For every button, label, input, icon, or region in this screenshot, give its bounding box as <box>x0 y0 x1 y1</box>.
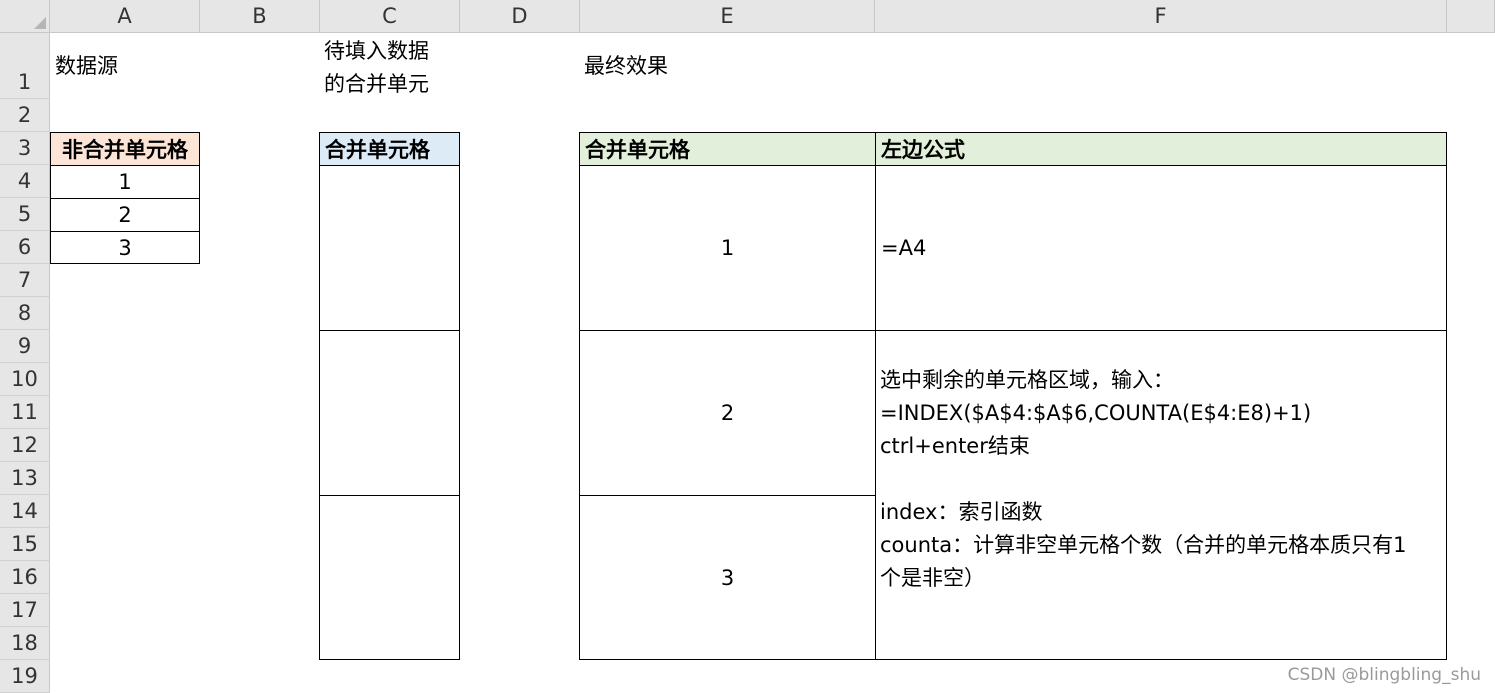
cell-c1-target-title-line1[interactable]: 待填入数据 <box>324 35 429 68</box>
cell-f3-formula-header[interactable]: 左边公式 <box>875 132 1447 166</box>
column-header-g[interactable] <box>1447 0 1495 33</box>
row-header-2[interactable]: 2 <box>0 99 50 132</box>
cell-a6-source-value[interactable]: 3 <box>50 231 200 264</box>
cell-c1-target-title-line2[interactable]: 的合并单元 <box>324 68 429 101</box>
notes-line-index-desc: index：索引函数 <box>880 500 1043 524</box>
row-header-7[interactable]: 7 <box>0 264 50 297</box>
row-header-18[interactable]: 18 <box>0 627 50 660</box>
cell-e4-merged-value[interactable]: 1 <box>579 165 876 331</box>
cell-e9-merged-value[interactable]: 2 <box>579 330 876 496</box>
cell-c4-merged-empty[interactable] <box>319 165 460 331</box>
cell-f4-formula[interactable]: =A4 <box>875 165 1447 331</box>
row-header-11[interactable]: 11 <box>0 396 50 429</box>
cell-e14-merged-value[interactable]: 3 <box>579 495 876 660</box>
row-header-9[interactable]: 9 <box>0 330 50 363</box>
cell-c14-merged-empty[interactable] <box>319 495 460 660</box>
row-header-17[interactable]: 17 <box>0 594 50 627</box>
cell-a1-source-title[interactable]: 数据源 <box>55 50 118 83</box>
row-header-13[interactable]: 13 <box>0 462 50 495</box>
row-header-3[interactable]: 3 <box>0 132 50 165</box>
row-header-5[interactable]: 5 <box>0 198 50 231</box>
cell-c9-merged-empty[interactable] <box>319 330 460 496</box>
cell-a5-source-value[interactable]: 2 <box>50 198 200 232</box>
notes-line-index-formula: =INDEX($A$4:$A$6,COUNTA(E$4:E8)+1) <box>880 401 1312 425</box>
row-header-1[interactable]: 1 <box>0 33 50 99</box>
cell-a4-source-value[interactable]: 1 <box>50 165 200 199</box>
cell-f9-notes[interactable]: 选中剩余的单元格区域，输入： =INDEX($A$4:$A$6,COUNTA(E… <box>875 330 1447 660</box>
select-all-corner[interactable] <box>0 0 50 33</box>
notes-line-select-range: 选中剩余的单元格区域，输入： <box>880 368 1174 392</box>
column-header-c[interactable]: C <box>320 0 460 33</box>
column-header-b[interactable]: B <box>200 0 320 33</box>
column-header-d[interactable]: D <box>460 0 580 33</box>
row-header-16[interactable]: 16 <box>0 561 50 594</box>
row-header-4[interactable]: 4 <box>0 165 50 198</box>
csdn-watermark: CSDN @blingbling_shu <box>1287 665 1481 685</box>
cell-e1-result-title[interactable]: 最终效果 <box>584 50 668 83</box>
row-header-15[interactable]: 15 <box>0 528 50 561</box>
row-header-10[interactable]: 10 <box>0 363 50 396</box>
row-header-6[interactable]: 6 <box>0 231 50 264</box>
row-header-14[interactable]: 14 <box>0 495 50 528</box>
column-header-e[interactable]: E <box>580 0 875 33</box>
notes-line-ctrl-enter: ctrl+enter结束 <box>880 434 1030 458</box>
cell-e3-result-header[interactable]: 合并单元格 <box>579 132 876 166</box>
column-header-a[interactable]: A <box>50 0 200 33</box>
notes-line-counta-desc-cont: 个是非空） <box>880 566 985 590</box>
notes-line-counta-desc: counta：计算非空单元格个数（合并的单元格本质只有1 <box>880 533 1407 557</box>
column-header-f[interactable]: F <box>875 0 1447 33</box>
cell-a3-source-header[interactable]: 非合并单元格 <box>50 132 200 166</box>
row-header-12[interactable]: 12 <box>0 429 50 462</box>
row-header-8[interactable]: 8 <box>0 297 50 330</box>
row-header-19[interactable]: 19 <box>0 660 50 693</box>
cell-c3-target-header[interactable]: 合并单元格 <box>319 132 460 166</box>
